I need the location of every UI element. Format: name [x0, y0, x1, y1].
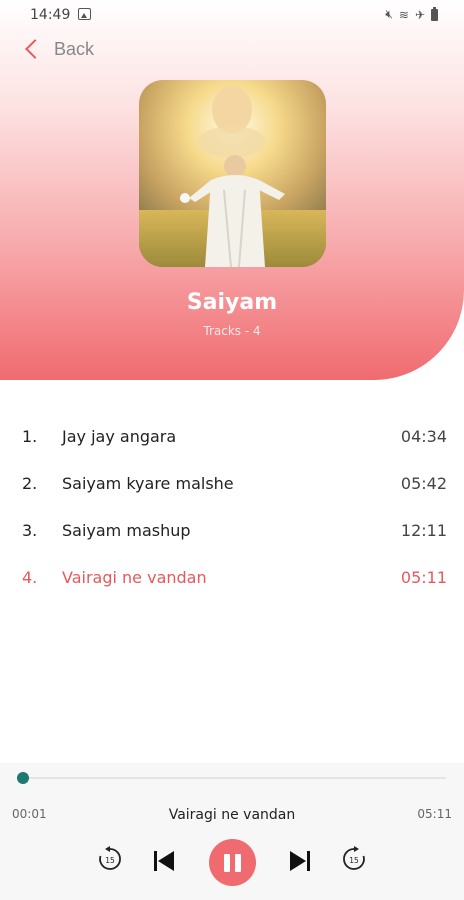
track-name: Jay jay angara	[62, 427, 177, 446]
now-playing-title: Vairagi ne vandan	[168, 807, 296, 823]
track-name: Vairagi ne vandan	[62, 568, 207, 587]
previous-button[interactable]	[152, 849, 176, 873]
track-name: Saiyam mashup	[62, 521, 191, 540]
play-pause-button[interactable]	[209, 839, 256, 886]
skip-previous-icon	[154, 851, 174, 871]
track-duration: 12:11	[400, 521, 447, 540]
track-number: 1.	[22, 427, 38, 446]
back-button[interactable]: Back	[22, 34, 94, 64]
total-time: 05:11	[417, 807, 452, 821]
track-row-2[interactable]: 2. Saiyam kyare malshe 05:42	[0, 460, 464, 507]
forward-15-icon: 15	[343, 846, 365, 870]
battery-icon	[431, 6, 438, 21]
track-duration: 05:11	[400, 568, 447, 587]
track-row-1[interactable]: 1. Jay jay angara 04:34	[0, 413, 464, 460]
mute-icon: 🔇︎	[385, 7, 393, 21]
track-list: 1. Jay jay angara 04:34 2. Saiyam kyare …	[0, 413, 464, 601]
track-row-3[interactable]: 3. Saiyam mashup 12:11	[0, 507, 464, 554]
track-count: Tracks - 4	[203, 324, 261, 338]
airplane-icon: ✈︎	[414, 7, 425, 22]
track-name: Saiyam kyare malshe	[62, 474, 234, 493]
pause-icon	[224, 853, 230, 872]
progress-knob[interactable]	[17, 772, 30, 784]
back-label: Back	[54, 38, 95, 59]
status-icons: 🔇︎ ≋ ✈︎	[385, 6, 438, 22]
album-title: Saiyam	[186, 290, 278, 315]
track-number: 3.	[22, 521, 38, 540]
track-number: 2.	[22, 474, 38, 493]
skip-next-icon	[290, 851, 310, 871]
progress-bar[interactable]	[17, 772, 446, 784]
album-artwork	[139, 80, 326, 267]
track-duration: 05:42	[400, 474, 447, 493]
forward-seconds: 15	[349, 856, 359, 865]
mini-player: 00:01 Vairagi ne vandan 05:11 15 15	[0, 763, 464, 900]
status-time: 14:49	[30, 7, 71, 23]
forward-15-button[interactable]: 15	[340, 845, 368, 873]
track-row-4[interactable]: 4. Vairagi ne vandan 05:11	[0, 554, 464, 601]
rewind-15-button[interactable]: 15	[96, 845, 124, 873]
image-icon	[78, 8, 91, 20]
pause-icon	[235, 853, 241, 872]
chevron-left-icon	[25, 39, 45, 59]
player-controls: 15 15	[0, 839, 464, 886]
rewind-seconds: 15	[105, 856, 115, 865]
rewind-15-icon: 15	[99, 846, 121, 870]
track-duration: 04:34	[400, 427, 447, 446]
track-number: 4.	[22, 568, 38, 587]
next-button[interactable]	[288, 849, 312, 873]
wifi-icon: ≋	[398, 7, 409, 22]
status-bar: 14:49 🔇︎ ≋ ✈︎	[0, 0, 464, 30]
